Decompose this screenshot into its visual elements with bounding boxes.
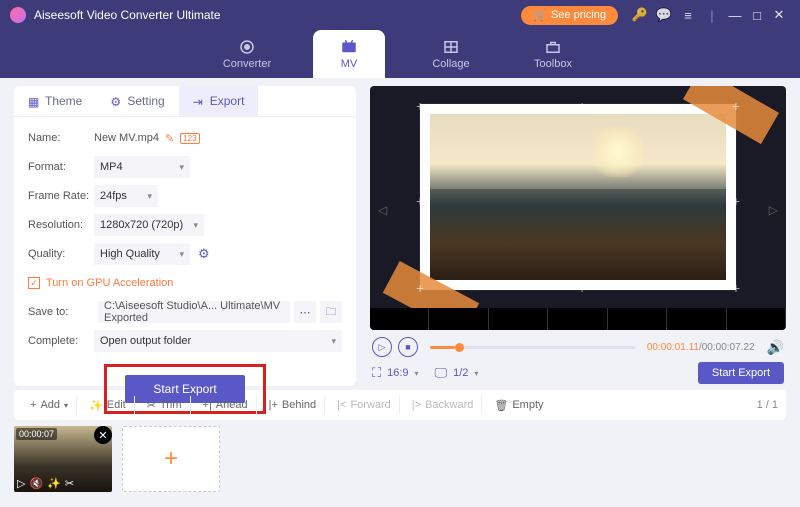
format-select[interactable]: MP4 bbox=[94, 156, 190, 178]
backward-icon: |> bbox=[412, 399, 421, 411]
framerate-select[interactable]: 24fps bbox=[94, 185, 158, 207]
preview-frame bbox=[420, 104, 736, 290]
complete-label: Complete: bbox=[28, 335, 94, 347]
start-export-button-2[interactable]: Start Export bbox=[698, 362, 784, 384]
menu-icon[interactable]: ≡ bbox=[680, 7, 696, 23]
saveto-label: Save to: bbox=[28, 306, 94, 318]
tab-mv-label: MV bbox=[341, 58, 358, 70]
play-button[interactable]: ▷ bbox=[372, 337, 392, 357]
preview-area[interactable]: +++ ++ +++ ◁ ▷ bbox=[370, 86, 786, 330]
mute-clip-icon[interactable]: 🔇 bbox=[29, 477, 43, 490]
timeline-strip[interactable] bbox=[370, 308, 786, 330]
time-display: 00:00:01.11/00:00:07.22 bbox=[647, 342, 755, 353]
format-label: Format: bbox=[28, 161, 94, 173]
resolution-select[interactable]: 1280x720 (720p) bbox=[94, 214, 204, 236]
export-icon: ⇥ bbox=[193, 95, 205, 107]
settings-gear-icon[interactable]: ⚙ bbox=[198, 246, 210, 262]
page-indicator: 1/2 bbox=[453, 367, 468, 379]
name-value: New MV.mp4 bbox=[94, 132, 159, 144]
gpu-label: Turn on GPU Acceleration bbox=[46, 277, 173, 289]
grid-icon: ▦ bbox=[28, 95, 40, 107]
forward-icon: |< bbox=[337, 399, 346, 411]
scissors-icon: ✂ bbox=[147, 399, 156, 412]
app-logo bbox=[10, 7, 26, 23]
volume-icon[interactable]: 🔊 bbox=[767, 339, 784, 356]
seek-slider[interactable] bbox=[430, 346, 635, 349]
tab-converter[interactable]: Converter bbox=[211, 30, 283, 78]
quality-select[interactable]: High Quality bbox=[94, 243, 190, 265]
backward-button[interactable]: |>Backward bbox=[404, 396, 483, 414]
tab-converter-label: Converter bbox=[223, 58, 271, 70]
saveto-path[interactable]: C:\Aiseesoft Studio\A... Ultimate\MV Exp… bbox=[98, 301, 290, 323]
edit-clip-icon[interactable]: ✨ bbox=[47, 477, 61, 490]
main-tabs: Converter MV Collage Toolbox bbox=[0, 30, 800, 78]
app-title: Aiseesoft Video Converter Ultimate bbox=[34, 8, 221, 22]
add-clip-button[interactable]: + bbox=[122, 426, 220, 492]
pencil-icon[interactable]: ✎ bbox=[165, 132, 174, 145]
screen-icon[interactable]: 🖵 bbox=[435, 365, 448, 381]
gear-icon: ⚙ bbox=[110, 95, 122, 107]
open-folder-button[interactable]: 🗀 bbox=[320, 301, 342, 323]
name-label: Name: bbox=[28, 132, 94, 144]
cart-icon: 🛒 bbox=[533, 9, 547, 22]
ahead-icon: +| bbox=[203, 399, 212, 411]
clips-tray: 00:00:07 ✕ ▷ 🔇 ✨ ✂ + bbox=[14, 426, 786, 498]
plus-icon: + bbox=[30, 399, 36, 411]
tab-mv[interactable]: MV bbox=[313, 30, 385, 78]
clip-thumbnail[interactable]: 00:00:07 ✕ ▷ 🔇 ✨ ✂ bbox=[14, 426, 112, 492]
subtab-theme[interactable]: ▦Theme bbox=[14, 86, 96, 116]
behind-button[interactable]: |+Behind bbox=[261, 396, 326, 414]
pricing-label: See pricing bbox=[551, 9, 606, 21]
tab-collage-label: Collage bbox=[432, 58, 469, 70]
edit-button[interactable]: ✨Edit bbox=[81, 396, 135, 415]
export-panel: ▦Theme ⚙Setting ⇥Export Name: New MV.mp4… bbox=[14, 86, 356, 386]
feedback-icon[interactable]: 💬 bbox=[656, 7, 672, 23]
empty-button[interactable]: 🗑Empty bbox=[486, 396, 551, 415]
complete-select[interactable]: Open output folder bbox=[94, 330, 342, 352]
trash-icon: 🗑 bbox=[494, 399, 508, 412]
gpu-checkbox[interactable]: ✓ Turn on GPU Acceleration bbox=[28, 272, 342, 294]
next-clip-icon[interactable]: ▷ bbox=[769, 203, 778, 217]
framerate-label: Frame Rate: bbox=[28, 190, 94, 202]
ahead-button[interactable]: +|Ahead bbox=[195, 396, 257, 414]
subtab-setting[interactable]: ⚙Setting bbox=[96, 86, 178, 116]
play-clip-icon[interactable]: ▷ bbox=[17, 477, 25, 490]
rename-badge-icon[interactable]: 123 bbox=[180, 133, 199, 144]
key-icon[interactable]: 🔑 bbox=[632, 7, 648, 23]
maximize-button[interactable]: □ bbox=[746, 8, 768, 23]
stop-button[interactable]: ■ bbox=[398, 337, 418, 357]
crop-icon[interactable]: ⛶ bbox=[372, 365, 381, 381]
forward-button[interactable]: |<Forward bbox=[329, 396, 400, 414]
subtab-export[interactable]: ⇥Export bbox=[179, 86, 259, 116]
sub-tabs: ▦Theme ⚙Setting ⇥Export bbox=[14, 86, 356, 117]
see-pricing-button[interactable]: 🛒 See pricing bbox=[521, 6, 618, 25]
wand-icon: ✨ bbox=[89, 399, 103, 412]
close-button[interactable]: ✕ bbox=[768, 7, 790, 23]
title-bar: Aiseesoft Video Converter Ultimate 🛒 See… bbox=[0, 0, 800, 30]
minimize-button[interactable]: — bbox=[724, 8, 746, 23]
behind-icon: |+ bbox=[269, 399, 278, 411]
resolution-label: Resolution: bbox=[28, 219, 94, 231]
page-dropdown-icon[interactable]: ▾ bbox=[474, 369, 478, 378]
add-button[interactable]: +Add▾ bbox=[22, 396, 77, 414]
divider-icon: | bbox=[704, 7, 720, 23]
tab-toolbox[interactable]: Toolbox bbox=[517, 30, 589, 78]
quality-label: Quality: bbox=[28, 248, 94, 260]
aspect-dropdown-icon[interactable]: ▾ bbox=[415, 369, 419, 378]
remove-clip-icon[interactable]: ✕ bbox=[94, 426, 112, 444]
clip-duration: 00:00:07 bbox=[16, 428, 57, 440]
browse-button[interactable]: ⋯ bbox=[294, 301, 316, 323]
checkbox-icon: ✓ bbox=[28, 277, 40, 289]
tab-toolbox-label: Toolbox bbox=[534, 58, 572, 70]
trim-button[interactable]: ✂Trim bbox=[139, 396, 191, 415]
aspect-label: 16:9 bbox=[387, 367, 408, 379]
prev-clip-icon[interactable]: ◁ bbox=[378, 203, 387, 217]
clip-page-indicator: 1 / 1 bbox=[757, 399, 778, 411]
tab-collage[interactable]: Collage bbox=[415, 30, 487, 78]
trim-clip-icon[interactable]: ✂ bbox=[65, 477, 74, 490]
chevron-down-icon: ▾ bbox=[64, 401, 68, 410]
